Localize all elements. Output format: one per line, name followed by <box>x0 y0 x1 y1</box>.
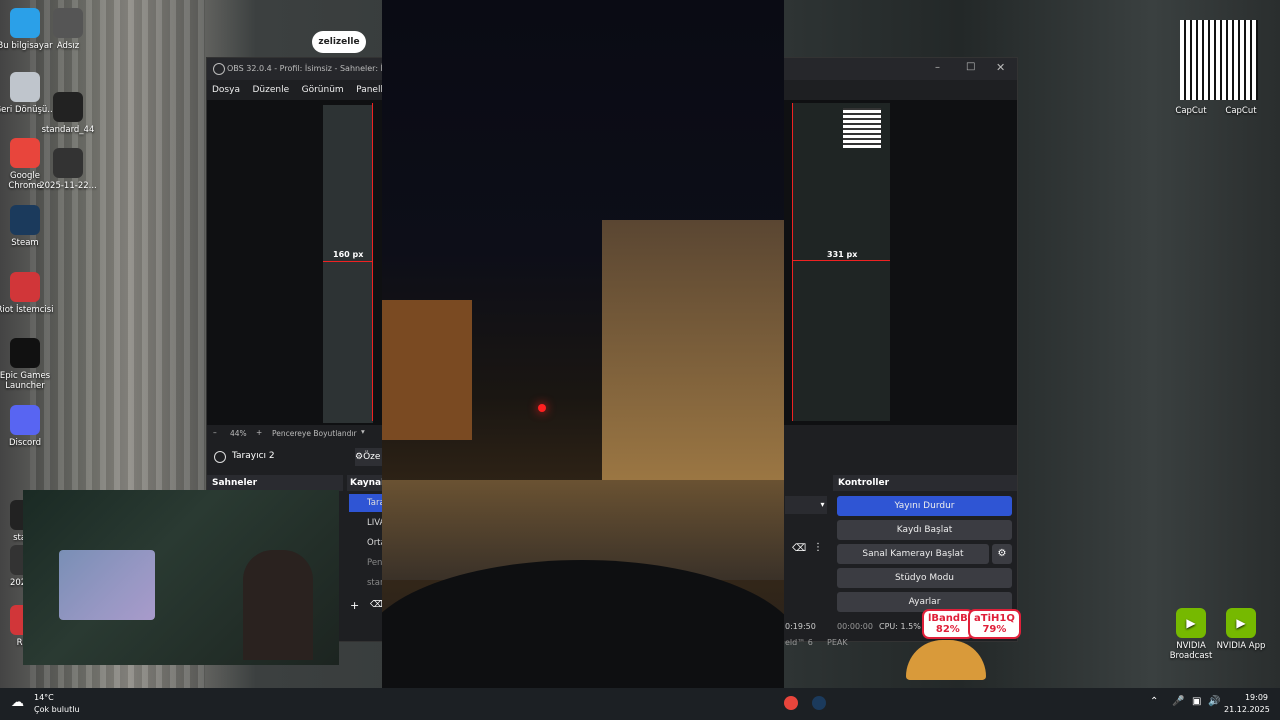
zoom-out-button[interactable]: – <box>213 428 217 437</box>
guide-line-right <box>792 260 890 261</box>
desktop-icon[interactable]: Adsız <box>35 8 101 51</box>
rec-time: 00:00:00 <box>837 622 873 631</box>
peak-label: PEAK <box>827 638 848 647</box>
obs-title: OBS 32.0.4 - Profil: İsimsiz - Sahneler:… <box>227 64 408 73</box>
virtual-camera-button[interactable]: Sanal Kamerayı Başlat <box>837 544 989 564</box>
desktop-icon[interactable]: 2025-11-22... <box>35 148 101 191</box>
video-file-icon <box>53 92 83 122</box>
properties-button[interactable]: ⚙Öze <box>355 448 383 466</box>
weather-temp[interactable]: 14°C <box>34 693 54 702</box>
riot-icon <box>10 272 40 302</box>
epic-icon <box>10 338 40 368</box>
building-right <box>602 220 784 500</box>
controls-dock-header: Kontroller <box>833 475 1017 491</box>
weather-desc[interactable]: Çok bulutlu <box>34 705 80 714</box>
stop-stream-button[interactable]: Yayını Durdur <box>837 496 1012 516</box>
maximize-button[interactable]: □ <box>966 61 975 72</box>
minimize-button[interactable]: – <box>935 62 940 73</box>
qr-code <box>1180 20 1258 100</box>
traffic-light <box>538 404 546 412</box>
desktop-icon-capcut-2[interactable]: CapCut <box>1208 106 1274 116</box>
desktop-icon-label: 2025-11-22... <box>39 181 97 191</box>
desktop-icon[interactable]: standard_44 <box>35 92 101 135</box>
trash-icon[interactable]: ⌫ <box>370 600 383 610</box>
audio-mixer-dropdown[interactable]: ▾ <box>785 496 827 514</box>
qr-thumbnail <box>843 108 881 148</box>
pc-case-image <box>59 550 155 620</box>
chrome-taskbar-icon[interactable] <box>784 696 798 710</box>
gear-icon: ⚙ <box>997 548 1007 559</box>
start-record-button[interactable]: Kaydı Başlat <box>837 520 1012 540</box>
webcam-overlay <box>23 490 339 665</box>
menu-duzenle[interactable]: Düzenle <box>252 80 289 100</box>
desktop-icon[interactable]: Epic Games Launcher <box>0 338 58 391</box>
selected-source-name: Tarayıcı 2 <box>232 451 275 461</box>
steam-icon <box>10 205 40 235</box>
gear-icon: ⚙ <box>355 452 364 462</box>
building-left <box>382 300 472 440</box>
clock-time[interactable]: 19:09 <box>1240 693 1268 702</box>
microphone-icon[interactable]: 🎤 <box>1172 696 1184 707</box>
more-options-button[interactable]: ⋮ <box>813 542 823 553</box>
menu-gorunum[interactable]: Görünüm <box>302 80 344 100</box>
desktop-icon[interactable]: Riot İstemcisi <box>0 272 58 315</box>
viewer-badge-2: aTiH1Q 79% <box>968 609 1021 639</box>
source-item-pen[interactable]: Pen <box>349 554 382 572</box>
zoom-in-button[interactable]: + <box>256 428 262 437</box>
sources-dock-header: Kaynak <box>347 475 387 491</box>
virtual-camera-settings-button[interactable]: ⚙ <box>992 544 1012 564</box>
network-icon[interactable]: ▣ <box>1192 696 1201 707</box>
browser-source-icon <box>214 451 226 463</box>
delete-button[interactable]: ⌫ <box>792 543 806 554</box>
nvidia-broadcast-icon: ▶ <box>1176 608 1206 638</box>
desktop-icon[interactable]: Discord <box>0 405 58 448</box>
desktop-icon-label: Epic Games Launcher <box>0 371 51 391</box>
add-source-button[interactable]: + <box>350 599 359 612</box>
streamer-image <box>243 550 313 660</box>
desktop-icon-nvidia-app[interactable]: ▶ NVIDIA App <box>1208 608 1274 651</box>
discord-icon <box>10 405 40 435</box>
obs-logo-icon <box>213 63 225 75</box>
nested-capture-left <box>323 105 373 423</box>
scenes-dock-header: Sahneler <box>207 475 343 491</box>
source-item-liva[interactable]: LIVA <box>349 514 385 532</box>
cpu-usage: CPU: 1.5% <box>879 622 921 631</box>
nested-capture-right <box>792 103 890 421</box>
desktop-icon-label: Steam <box>11 238 39 248</box>
desktop-icon-label: standard_44 <box>41 125 95 135</box>
close-button[interactable]: ✕ <box>996 61 1005 74</box>
audio-device-label: eld™ 6 <box>785 638 813 647</box>
desktop-icon[interactable]: Steam <box>0 205 58 248</box>
zoom-value: 44% <box>230 429 247 438</box>
image-icon <box>53 8 83 38</box>
video-overlay <box>382 0 784 720</box>
zelizelle-sticker: zelizelle <box>312 31 366 53</box>
studio-mode-button[interactable]: Stüdyo Modu <box>837 568 1012 588</box>
source-item-orta[interactable]: Orta <box>349 534 386 552</box>
source-item-stan[interactable]: stan <box>349 574 385 592</box>
preview-zoom-bar: – 44% + Pencereye Boyutlandır ▾ <box>207 425 383 443</box>
viewer-badge-1: lBandB 82% <box>922 609 974 639</box>
chevron-down-icon[interactable]: ▾ <box>361 427 365 436</box>
source-item-tarayici[interactable]: Tara <box>349 494 385 512</box>
desktop-icon-label: Adsız <box>56 41 80 51</box>
menu-dosya[interactable]: Dosya <box>212 80 240 100</box>
video-file-icon <box>53 148 83 178</box>
taskbar: ☁ 14°C Çok bulutlu ⌃ 🎤 ▣ 🔊 19:09 21.12.2… <box>0 688 1280 720</box>
desktop-icon-label: Discord <box>9 438 41 448</box>
weather-icon: ☁ <box>11 695 24 710</box>
guide-label-right: 331 px <box>827 250 858 259</box>
nvidia-app-icon: ▶ <box>1226 608 1256 638</box>
selection-border-right <box>792 103 793 421</box>
live-time: 0:19:50 <box>785 622 816 631</box>
chevron-up-icon[interactable]: ⌃ <box>1150 696 1158 707</box>
steam-taskbar-icon[interactable] <box>812 696 826 710</box>
guide-label-left: 160 px <box>333 250 364 259</box>
guide-line-left <box>323 261 373 262</box>
fit-window-button[interactable]: Pencereye Boyutlandır <box>272 429 357 438</box>
selection-border-left <box>372 103 373 421</box>
volume-icon[interactable]: 🔊 <box>1208 696 1220 707</box>
clock-date[interactable]: 21.12.2025 <box>1224 705 1270 714</box>
desktop-icon-label: Riot İstemcisi <box>0 305 54 315</box>
